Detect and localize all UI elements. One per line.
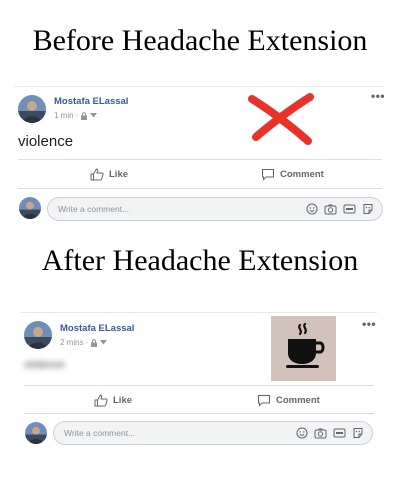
like-thumb-icon (94, 394, 108, 407)
comment-input[interactable]: Write a comment... (47, 197, 383, 221)
gif-icon[interactable] (333, 427, 346, 439)
emoji-icon[interactable] (306, 203, 318, 215)
comment-placeholder: Write a comment... (58, 204, 130, 214)
coffee-panel (271, 316, 336, 381)
comment-bubble-icon (262, 169, 274, 181)
post-time[interactable]: 1 min (54, 111, 74, 120)
after-heading: After Headache Extension (41, 244, 359, 277)
red-x-icon (248, 93, 314, 145)
lock-icon (81, 111, 88, 120)
lock-icon (91, 338, 98, 347)
more-dots-icon[interactable]: ••• (371, 89, 385, 103)
divider (18, 188, 382, 189)
divider (24, 413, 374, 414)
post-meta: 1 min · (54, 111, 98, 120)
comment-bubble-icon (258, 395, 270, 407)
commenter-avatar[interactable] (25, 422, 47, 444)
post-author[interactable]: Mostafa ELassal (54, 96, 128, 107)
divider (18, 159, 382, 160)
post-body: violence (24, 359, 65, 371)
post-before: Mostafa ELassal 1 min · ••• violence Lik… (14, 86, 385, 229)
chevron-down-icon[interactable] (100, 340, 108, 345)
like-thumb-icon (90, 168, 104, 181)
divider (24, 385, 374, 386)
gif-icon[interactable] (343, 203, 356, 215)
comment-button[interactable]: Comment (261, 168, 324, 181)
emoji-icon[interactable] (296, 427, 308, 439)
post-after: Mostafa ELassal 2 mins · ••• violence Li… (20, 312, 377, 451)
comment-placeholder: Write a comment... (64, 428, 136, 438)
coffee-cup-icon (286, 322, 325, 368)
sticker-icon[interactable] (362, 203, 374, 215)
post-author[interactable]: Mostafa ELassal (60, 323, 134, 334)
camera-icon[interactable] (314, 427, 327, 439)
comment-button[interactable]: Comment (257, 394, 320, 407)
avatar[interactable] (24, 321, 52, 349)
post-meta: 2 mins · (60, 338, 108, 347)
post-body: violence (18, 133, 74, 150)
chevron-down-icon[interactable] (90, 113, 98, 118)
comment-label: Comment (280, 169, 324, 180)
like-button[interactable]: Like (90, 168, 128, 181)
before-heading: Before Headache Extension (32, 24, 368, 57)
post-time[interactable]: 2 mins (60, 338, 84, 347)
avatar[interactable] (18, 95, 46, 123)
camera-icon[interactable] (324, 203, 337, 215)
like-label: Like (113, 395, 133, 406)
comment-label: Comment (276, 395, 320, 406)
like-label: Like (109, 169, 129, 180)
like-button[interactable]: Like (94, 394, 132, 407)
more-dots-icon[interactable]: ••• (362, 317, 376, 331)
comment-input[interactable]: Write a comment... (53, 421, 373, 445)
commenter-avatar[interactable] (19, 197, 41, 219)
sticker-icon[interactable] (352, 427, 364, 439)
